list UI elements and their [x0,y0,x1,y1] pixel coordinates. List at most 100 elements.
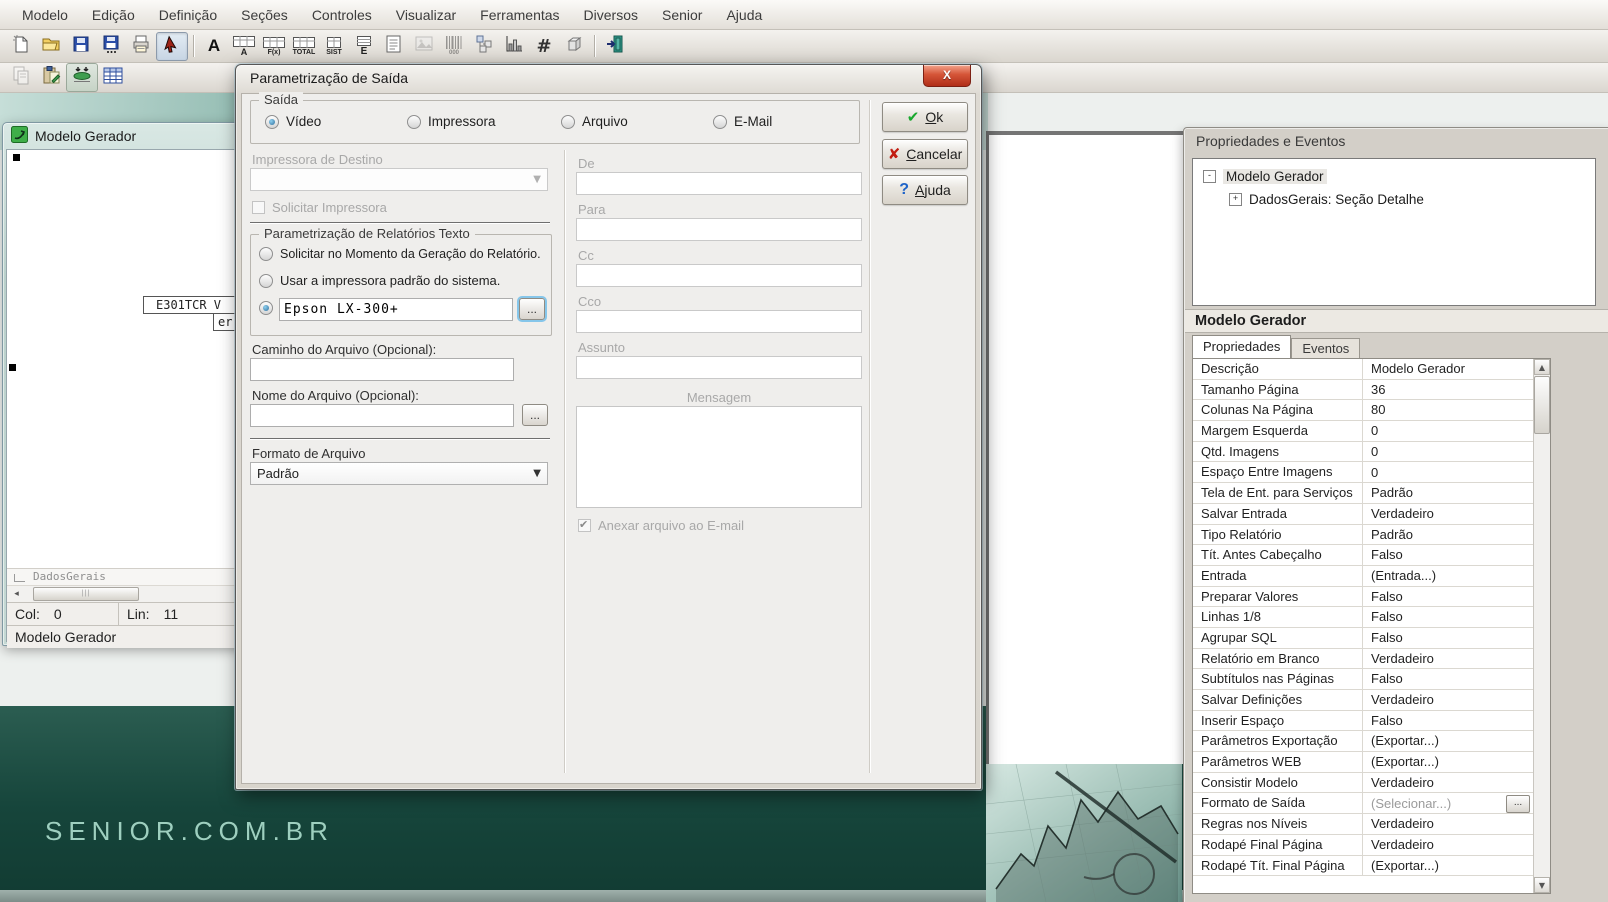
print-button[interactable] [126,33,156,60]
printer-browse-button[interactable]: ... [519,298,545,320]
menu-visualizar[interactable]: Visualizar [384,3,468,27]
scrollbar-thumb[interactable]: ||| [33,587,139,601]
insert-chart-button[interactable] [499,33,529,60]
scrollbar-thumb[interactable] [1534,376,1550,434]
table-row[interactable]: Tipo Relatório Padrão [1193,524,1533,546]
menu-ferramentas[interactable]: Ferramentas [468,3,571,27]
insert-barcode-button[interactable]: 000 [439,33,469,60]
open-button[interactable] [36,33,66,60]
save-as-button[interactable] [96,33,126,60]
radio-impressora[interactable]: Impressora [407,114,496,129]
table-row[interactable]: Colunas Na Página 80 [1193,400,1533,422]
report-text-button[interactable] [379,33,409,60]
table-row-formato-saida[interactable]: Formato de Saída (Selecionar...)... [1193,793,1533,815]
file-path-input[interactable] [250,358,514,381]
cancel-button[interactable]: ✘ Cancelar [882,139,968,169]
tree-item-modelo-gerador[interactable]: - Modelo Gerador [1193,165,1595,188]
radio-button-icon[interactable] [265,114,279,129]
expand-icon[interactable]: + [1229,193,1242,206]
table-row[interactable]: Agrupar SQL Falso [1193,627,1533,649]
email-cco-input[interactable] [576,310,862,333]
table-row[interactable]: Rodapé Final Página Verdadeiro [1193,834,1533,856]
radio-default-printer[interactable]: Usar a impressora padrão do sistema. [259,273,500,288]
insert-total-field-button[interactable]: TOTAL [289,33,319,60]
radio-arquivo[interactable]: Arquivo [561,114,628,129]
menu-diversos[interactable]: Diversos [572,3,650,27]
printer-dest-combobox[interactable]: ▼ [250,168,548,191]
table-row[interactable]: Rodapé Tít. Final Página (Exportar...) [1193,855,1533,877]
radio-video[interactable]: Vídeo [265,114,321,129]
insert-formula-field-button[interactable]: F(x) [259,33,289,60]
ok-button[interactable]: ✔ Ok [882,102,968,132]
email-assunto-input[interactable] [576,356,862,379]
radio-button-icon[interactable] [407,114,421,129]
menu-edicao[interactable]: Edição [80,3,147,27]
checkbox-icon[interactable] [252,201,265,214]
table-row[interactable]: Espaço Entre Imagens 0 [1193,462,1533,484]
merge-rows-button[interactable] [66,63,98,92]
email-para-input[interactable] [576,218,862,241]
table-row[interactable]: Parâmetros Exportação (Exportar...) [1193,731,1533,753]
tab-propriedades[interactable]: Propriedades [1192,335,1292,358]
save-button[interactable] [66,33,96,60]
table-row[interactable]: Salvar Definições Verdadeiro [1193,690,1533,711]
radio-solicit-on-generation[interactable]: Solicitar no Momento da Geração do Relat… [259,247,541,261]
attach-file-checkbox[interactable]: Anexar arquivo ao E-mail [578,518,744,533]
copy-button[interactable] [6,64,36,91]
structure-button[interactable] [469,33,499,60]
table-row[interactable]: Parâmetros WEB (Exportar...) [1193,752,1533,773]
menu-definicao[interactable]: Definição [147,3,229,27]
table-row[interactable]: Descrição Modelo Gerador [1193,359,1533,380]
browse-button[interactable]: ... [1506,795,1530,814]
radio-button-icon[interactable] [259,273,273,288]
menu-modelo[interactable]: Modelo [10,3,80,27]
editor-canvas[interactable]: E301TCR V er [7,150,267,569]
selection-handle[interactable] [9,364,16,371]
file-name-browse-button[interactable]: ... [522,404,548,426]
insert-image-button[interactable] [409,33,439,60]
solicit-printer-checkbox[interactable]: Solicitar Impressora [252,200,387,215]
insert-table-button[interactable] [98,64,128,91]
tree-item-dadosgerais[interactable]: + DadosGerais: Seção Detalhe [1193,188,1595,211]
insert-text-button[interactable]: A [199,33,229,60]
insert-cube-button[interactable] [559,33,589,60]
radio-specific-printer[interactable] [259,301,273,315]
menu-ajuda[interactable]: Ajuda [714,3,774,27]
table-row[interactable]: Tamanho Página 36 [1193,379,1533,401]
email-mensagem-textarea[interactable] [576,406,862,508]
radio-button-icon[interactable] [259,247,273,261]
radio-button-icon[interactable] [259,301,273,315]
file-format-combobox[interactable]: Padrão ▼ [250,462,548,485]
help-button[interactable]: ? Ajuda [882,175,968,205]
insert-e-field-button[interactable]: E [349,33,379,60]
scroll-left-arrow-icon[interactable]: ◂ [9,587,24,600]
menu-secoes[interactable]: Seções [229,3,300,27]
table-row[interactable]: Tít. Antes Cabeçalho Falso [1193,545,1533,566]
table-row[interactable]: Salvar Entrada Verdadeiro [1193,503,1533,525]
menu-senior[interactable]: Senior [650,3,714,27]
close-button[interactable]: X [923,65,971,87]
table-row[interactable]: Preparar Valores Falso [1193,586,1533,608]
radio-button-icon[interactable] [561,114,575,129]
menu-controles[interactable]: Controles [300,3,384,27]
scroll-down-arrow-icon[interactable]: ▼ [1534,877,1550,893]
table-row[interactable]: Relatório em Branco Verdadeiro [1193,648,1533,670]
checkbox-checked-icon[interactable] [578,518,591,532]
exit-button[interactable] [600,33,630,60]
selection-handle[interactable] [13,154,20,161]
email-cc-input[interactable] [576,264,862,287]
horizontal-scrollbar[interactable]: ◂ ||| [7,585,245,602]
table-row[interactable]: Subtítulos nas Páginas Falso [1193,669,1533,690]
email-de-input[interactable] [576,172,862,195]
table-row[interactable]: Qtd. Imagens 0 [1193,441,1533,463]
scroll-up-arrow-icon[interactable]: ▲ [1534,359,1550,375]
select-cursor-button[interactable] [156,31,188,61]
vertical-scrollbar[interactable]: ▲ ▼ [1533,359,1550,893]
table-row[interactable]: Linhas 1/8 Falso [1193,607,1533,628]
file-name-input[interactable] [250,404,514,427]
radio-button-icon[interactable] [713,114,727,129]
table-row[interactable]: Entrada (Entrada...) [1193,565,1533,587]
table-row[interactable]: Regras nos Níveis Verdadeiro [1193,814,1533,835]
table-row[interactable]: Margem Esquerda 0 [1193,421,1533,442]
tab-eventos[interactable]: Eventos [1291,338,1361,358]
